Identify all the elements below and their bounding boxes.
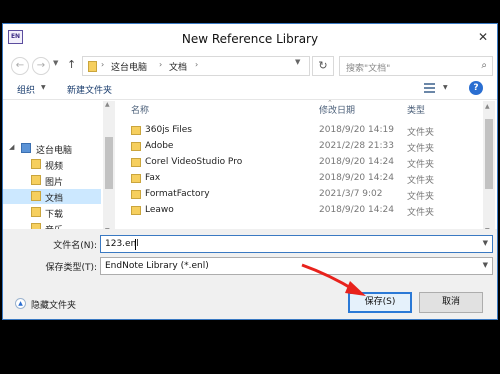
file-row[interactable]: Adobe 2021/2/28 21:33 文件夹 — [117, 139, 483, 154]
close-button[interactable]: ✕ — [475, 30, 491, 44]
navigation-pane: ◢ 这台电脑 视频 图片 文档 下载 音乐 桌面 ▲ — [3, 101, 115, 237]
address-bar[interactable]: › 这台电脑 › 文档 › — [82, 56, 310, 76]
file-type: 文件夹 — [407, 208, 435, 218]
pictures-folder-icon — [31, 175, 41, 185]
file-type: 文件夹 — [407, 192, 435, 202]
filename-input[interactable]: 123.enl ▼ — [100, 235, 493, 253]
file-modified: 2018/9/20 14:19 — [319, 125, 394, 135]
nav-item-videos[interactable]: 视频 — [3, 157, 101, 172]
file-modified: 2021/3/7 9:02 — [319, 189, 383, 199]
nav-item-label: 下载 — [45, 210, 64, 220]
folder-icon — [131, 158, 141, 167]
view-chevron-icon[interactable]: ▼ — [443, 84, 448, 91]
address-row: ← → ▼ ↑ › 这台电脑 › 文档 › ▼ ↻ 搜索"文档" ⌕ — [3, 54, 497, 78]
file-name: Fax — [145, 173, 161, 183]
filename-dropdown-chevron-icon[interactable]: ▼ — [483, 239, 488, 247]
computer-icon — [21, 143, 31, 153]
command-toolbar: 组织 ▼ 新建文件夹 ▼ ? — [3, 78, 497, 100]
file-name: Adobe — [145, 141, 174, 151]
folder-icon — [88, 61, 97, 72]
up-button[interactable]: ↑ — [67, 58, 76, 71]
scrollbar-thumb[interactable] — [485, 119, 493, 189]
file-name: Corel VideoStudio Pro — [145, 157, 243, 167]
documents-folder-icon — [31, 191, 41, 201]
scroll-up-icon[interactable]: ▲ — [105, 101, 110, 108]
search-input[interactable]: 搜索"文档" — [346, 61, 390, 74]
folder-icon — [131, 190, 141, 199]
view-options-icon[interactable] — [424, 83, 435, 93]
breadcrumb-separator-icon[interactable]: › — [101, 60, 104, 69]
file-row[interactable]: FormatFactory 2021/3/7 9:02 文件夹 — [117, 187, 483, 202]
file-type: 文件夹 — [407, 128, 435, 138]
nav-item-pictures[interactable]: 图片 — [3, 173, 101, 188]
folder-icon — [131, 206, 141, 215]
text-caret — [135, 239, 136, 250]
organize-button[interactable]: 组织 — [17, 83, 35, 96]
hide-folders-label[interactable]: 隐藏文件夹 — [31, 298, 76, 311]
breadcrumb-this-pc[interactable]: 这台电脑 — [111, 60, 147, 73]
help-icon[interactable]: ? — [469, 81, 483, 95]
collapse-chevron-icon[interactable]: ▲ — [15, 298, 26, 309]
cancel-button[interactable]: 取消 — [419, 292, 483, 313]
filetype-value[interactable]: EndNote Library (*.enl) — [105, 261, 209, 271]
file-list: 名称 ⌃ 修改日期 类型 360js Files 2018/9/20 14:19… — [117, 99, 497, 237]
filename-value[interactable]: 123.enl — [105, 239, 139, 249]
file-name: 360js Files — [145, 125, 192, 135]
column-header-modified[interactable]: 修改日期 — [319, 103, 355, 119]
file-row[interactable]: Leawo 2018/9/20 14:24 文件夹 — [117, 203, 483, 218]
nav-item-label: 文档 — [45, 194, 64, 204]
nav-item-this-pc[interactable]: ◢ 这台电脑 — [3, 141, 101, 156]
dialog-title: New Reference Library — [181, 32, 319, 46]
column-header-name[interactable]: 名称 — [131, 103, 149, 119]
recent-locations-chevron-icon[interactable]: ▼ — [53, 59, 58, 67]
file-row[interactable]: Fax 2018/9/20 14:24 文件夹 — [117, 171, 483, 186]
nav-item-label: 这台电脑 — [36, 146, 73, 156]
file-type: 文件夹 — [407, 176, 435, 186]
refresh-button[interactable]: ↻ — [312, 56, 334, 76]
file-name: Leawo — [145, 205, 174, 215]
back-button[interactable]: ← — [11, 57, 29, 75]
folder-icon — [131, 142, 141, 151]
file-type: 文件夹 — [407, 160, 435, 170]
column-header-type[interactable]: 类型 — [407, 103, 425, 119]
scrollbar-thumb[interactable] — [105, 137, 113, 189]
nav-item-label: 图片 — [45, 178, 64, 188]
nav-item-downloads[interactable]: 下载 — [3, 205, 101, 220]
filetype-dropdown-chevron-icon[interactable]: ▼ — [483, 261, 488, 269]
collapse-chevron-icon[interactable]: ◢ — [9, 143, 14, 151]
file-modified: 2021/2/28 21:33 — [319, 141, 394, 151]
breadcrumb-separator-icon[interactable]: › — [195, 60, 198, 69]
search-box[interactable]: 搜索"文档" ⌕ — [339, 56, 493, 76]
search-icon: ⌕ — [481, 60, 487, 71]
file-name: FormatFactory — [145, 189, 210, 199]
address-dropdown-chevron-icon[interactable]: ▼ — [295, 58, 300, 66]
folder-icon — [131, 126, 141, 135]
save-dialog: EN New Reference Library ✕ ← → ▼ ↑ › 这台电… — [2, 23, 498, 320]
nav-pane-scrollbar[interactable]: ▲ ▼ — [103, 101, 115, 237]
nav-item-documents[interactable]: 文档 — [3, 189, 101, 204]
file-modified: 2018/9/20 14:24 — [319, 157, 394, 167]
filetype-label: 保存类型(T): — [45, 263, 97, 273]
breadcrumb-documents[interactable]: 文档 — [169, 60, 187, 73]
file-row[interactable]: 360js Files 2018/9/20 14:19 文件夹 — [117, 123, 483, 138]
filename-label: 文件名(N): — [53, 241, 97, 251]
file-modified: 2018/9/20 14:24 — [319, 205, 394, 215]
title-bar: EN New Reference Library ✕ — [3, 24, 497, 54]
file-modified: 2018/9/20 14:24 — [319, 173, 394, 183]
downloads-folder-icon — [31, 207, 41, 217]
nav-item-label: 视频 — [45, 162, 64, 172]
new-folder-button[interactable]: 新建文件夹 — [67, 83, 112, 96]
breadcrumb-separator-icon[interactable]: › — [159, 60, 162, 69]
filetype-select[interactable]: EndNote Library (*.enl) ▼ — [100, 257, 493, 275]
scroll-up-icon[interactable]: ▲ — [485, 103, 490, 110]
save-button[interactable]: 保存(S) — [348, 292, 412, 313]
file-row[interactable]: Corel VideoStudio Pro 2018/9/20 14:24 文件… — [117, 155, 483, 170]
video-folder-icon — [31, 159, 41, 169]
file-list-scrollbar[interactable]: ▲ ▼ — [483, 101, 495, 237]
folder-icon — [131, 174, 141, 183]
organize-chevron-icon: ▼ — [41, 84, 46, 91]
forward-button[interactable]: → — [32, 57, 50, 75]
save-form: 文件名(N): 123.enl ▼ 保存类型(T): EndNote Libra… — [3, 229, 497, 319]
file-type: 文件夹 — [407, 144, 435, 154]
